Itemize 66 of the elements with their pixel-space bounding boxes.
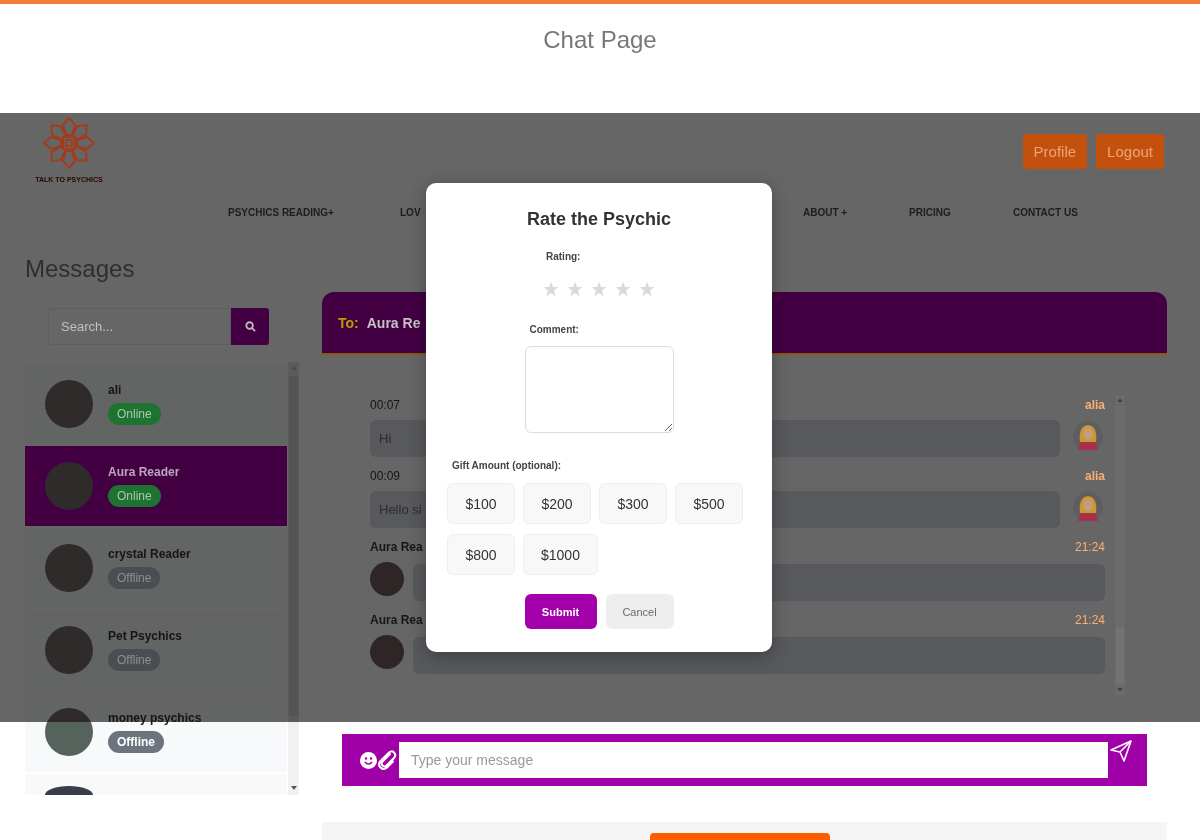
comment-label: Comment: bbox=[529, 323, 579, 337]
gift-amount-button[interactable]: $200 bbox=[523, 483, 591, 524]
gift-amount-button[interactable]: $300 bbox=[599, 483, 667, 524]
message-input[interactable]: Type your message bbox=[399, 742, 1108, 778]
sender-name: Aura Rea bbox=[370, 613, 423, 627]
sender-name: Aura Rea bbox=[370, 540, 423, 554]
contact-name: money psychics bbox=[108, 711, 202, 726]
gift-amount-button[interactable]: $800 bbox=[447, 534, 515, 575]
gift-label: Gift Amount (optional): bbox=[452, 459, 562, 473]
status-badge: Offline bbox=[108, 649, 161, 671]
submit-button[interactable]: Submit bbox=[524, 594, 597, 629]
search-icon bbox=[244, 321, 256, 332]
avatar-photo bbox=[45, 462, 93, 510]
paperclip-icon[interactable] bbox=[377, 749, 397, 771]
search-field[interactable]: Search... bbox=[48, 308, 231, 345]
footer-button[interactable] bbox=[650, 833, 830, 840]
star-icon[interactable] bbox=[639, 281, 655, 297]
star-icon[interactable] bbox=[543, 281, 559, 297]
modal-title: Rate the Psychic bbox=[525, 208, 673, 230]
status-badge: Offline bbox=[108, 731, 164, 753]
comment-field[interactable] bbox=[524, 346, 674, 433]
page-title: Chat Page bbox=[543, 26, 657, 54]
cancel-button[interactable]: Cancel bbox=[605, 594, 674, 629]
search-button[interactable] bbox=[231, 308, 269, 345]
emoji-icon[interactable] bbox=[360, 751, 377, 769]
avatar-photo bbox=[370, 635, 404, 669]
status-badge: Offline bbox=[108, 567, 161, 589]
to-label: To: bbox=[338, 314, 359, 331]
avatar-photo bbox=[45, 626, 93, 674]
contact-item[interactable]: Aura Reader Online bbox=[25, 446, 287, 526]
star-rating[interactable] bbox=[543, 281, 655, 297]
avatar-photo bbox=[45, 786, 93, 795]
recipient-name: Aura Re bbox=[366, 314, 421, 331]
avatar-photo bbox=[45, 380, 93, 428]
user-avatar-icon bbox=[1073, 420, 1103, 452]
avatar-photo bbox=[370, 562, 404, 596]
gift-amount-button[interactable]: $1000 bbox=[523, 534, 598, 575]
status-badge: Online bbox=[108, 485, 161, 507]
avatar-photo bbox=[45, 544, 93, 592]
contact-name: Pet Psychics bbox=[108, 629, 183, 644]
gift-amount-button[interactable]: $100 bbox=[447, 483, 515, 524]
contact-name: ali bbox=[108, 383, 122, 398]
nav-link[interactable]: CONTACT US bbox=[1013, 207, 1078, 219]
status-badge: Online bbox=[108, 403, 161, 425]
rating-label: Rating: bbox=[546, 250, 581, 264]
message-time: 00:09 bbox=[370, 469, 401, 483]
star-icon[interactable] bbox=[591, 281, 607, 297]
sender-name: alia bbox=[1085, 398, 1105, 412]
send-icon[interactable] bbox=[1110, 740, 1132, 762]
gift-amount-button[interactable]: $500 bbox=[675, 483, 743, 524]
star-icon[interactable] bbox=[567, 281, 583, 297]
nav-link[interactable]: LOV bbox=[400, 207, 421, 219]
contact-name: Aura Reader bbox=[108, 465, 180, 480]
nav-link[interactable]: PRICING bbox=[909, 207, 951, 219]
contact-name: crystal Reader bbox=[108, 547, 191, 562]
user-avatar-icon bbox=[1073, 491, 1103, 523]
message-time: 21:24 bbox=[1074, 540, 1105, 554]
nav-link[interactable]: PSYCHICS READING+ bbox=[228, 207, 334, 219]
star-icon[interactable] bbox=[615, 281, 631, 297]
message-time: 21:24 bbox=[1074, 613, 1105, 627]
nav-link[interactable]: ABOUT + bbox=[803, 207, 848, 219]
message-time: 00:07 bbox=[370, 398, 401, 412]
scrollbar[interactable] bbox=[288, 362, 299, 795]
sender-name: alia bbox=[1085, 469, 1105, 483]
messages-heading: Messages bbox=[25, 255, 135, 283]
avatar-photo bbox=[45, 708, 93, 756]
